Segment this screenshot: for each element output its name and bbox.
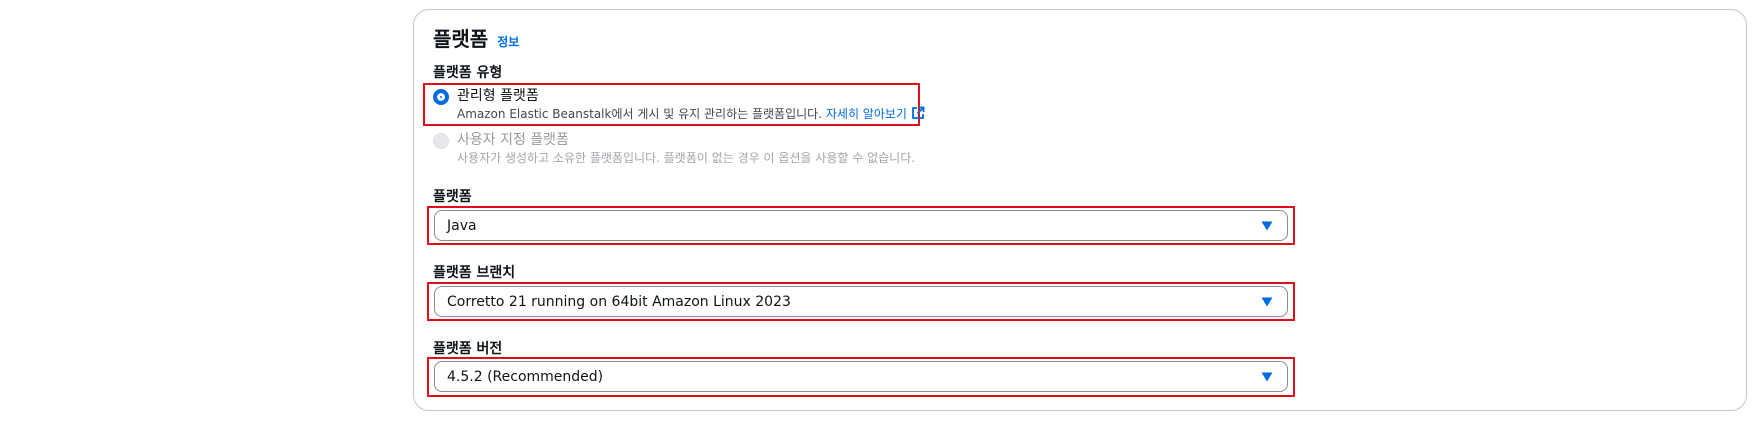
radio-managed-platform[interactable]: [433, 89, 449, 105]
info-link[interactable]: 정보: [497, 33, 519, 50]
platform-version-select[interactable]: 4.5.2 (Recommended): [434, 361, 1288, 392]
radio-custom-platform: [433, 133, 449, 149]
learn-more-link[interactable]: 자세히 알아보기: [826, 106, 925, 121]
radio-label-managed-platform: 관리형 플랫폼: [457, 88, 539, 104]
platform-type-label: 플랫폼 유형: [433, 65, 503, 81]
platform-branch-label: 플랫폼 브랜치: [433, 265, 516, 281]
caret-down-icon: [1261, 297, 1273, 307]
platform-version-label: 플랫폼 버전: [433, 341, 503, 357]
learn-more-link-text[interactable]: 자세히 알아보기: [826, 107, 907, 121]
platform-branch-select-value: Corretto 21 running on 64bit Amazon Linu…: [447, 293, 791, 310]
platform-version-select-value: 4.5.2 (Recommended): [447, 368, 604, 385]
radio-description-custom-platform: 사용자가 생성하고 소유한 플랫폼입니다. 플랫폼이 없는 경우 이 옵션을 사…: [457, 151, 916, 165]
platform-branch-select[interactable]: Corretto 21 running on 64bit Amazon Linu…: [434, 286, 1288, 317]
radio-option-custom-platform: 사용자 지정 플랫폼 사용자가 생성하고 소유한 플랫폼입니다. 플랫폼이 없는…: [433, 130, 915, 167]
radio-option-managed-platform[interactable]: 관리형 플랫폼 Amazon Elastic Beanstalk에서 게시 및 …: [433, 86, 925, 123]
platform-label: 플랫폼: [433, 189, 472, 205]
caret-down-icon: [1261, 221, 1273, 231]
external-link-icon: [912, 106, 925, 119]
platform-select[interactable]: Java: [434, 210, 1288, 241]
caret-down-icon: [1261, 372, 1273, 382]
radio-label-custom-platform: 사용자 지정 플랫폼: [457, 132, 569, 148]
section-header: 플랫폼 정보: [433, 23, 519, 52]
section-title: 플랫폼: [433, 27, 489, 51]
platform-select-value: Java: [447, 217, 477, 234]
radio-description-managed-platform: Amazon Elastic Beanstalk에서 게시 및 유지 관리하는 …: [457, 106, 925, 123]
managed-platform-description-text: Amazon Elastic Beanstalk에서 게시 및 유지 관리하는 …: [457, 107, 823, 121]
